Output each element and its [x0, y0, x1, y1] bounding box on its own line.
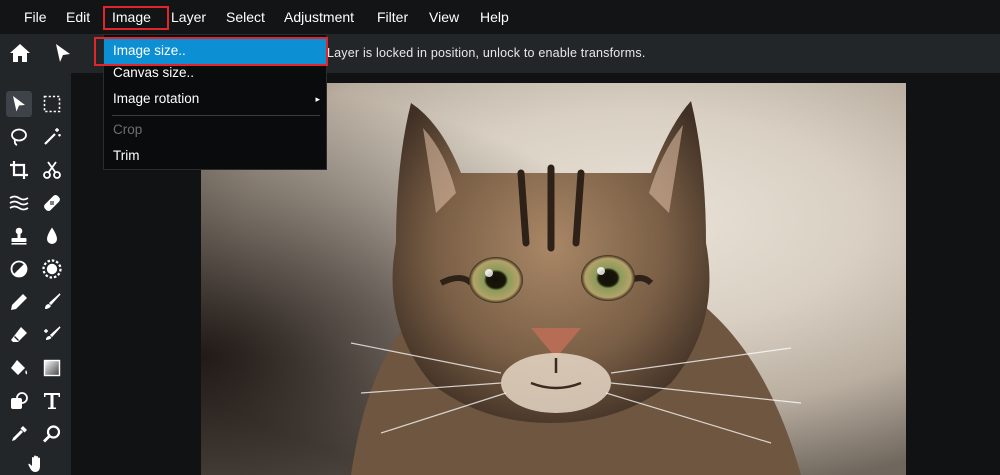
crop-tool-icon[interactable] [6, 157, 32, 183]
menu-item-crop: Crop [113, 122, 143, 137]
marquee-tool-icon[interactable] [39, 91, 65, 117]
type-tool-icon[interactable] [39, 388, 65, 414]
submenu-arrow-icon: ▸ [315, 94, 320, 104]
move-tool-icon[interactable] [6, 91, 32, 117]
lasso-tool-icon[interactable] [6, 124, 32, 150]
menu-adjustment[interactable]: Adjustment [284, 0, 354, 34]
gradient-tool-icon[interactable] [39, 355, 65, 381]
image-size-highlight-box [94, 37, 328, 66]
move-arrow-icon[interactable] [52, 42, 74, 64]
brush-tool-icon[interactable] [39, 289, 65, 315]
status-message: Layer is locked in position, unlock to e… [327, 46, 646, 60]
image-menu-highlight-box [103, 6, 169, 30]
paint-bucket-tool-icon[interactable] [6, 355, 32, 381]
menu-separator [112, 115, 320, 116]
shape-tool-icon[interactable] [6, 388, 32, 414]
hand-tool-icon[interactable] [23, 451, 49, 475]
menu-layer[interactable]: Layer [171, 0, 206, 34]
menu-file[interactable]: File [24, 0, 47, 34]
menu-filter[interactable]: Filter [377, 0, 408, 34]
clone-stamp-tool-icon[interactable] [6, 223, 32, 249]
menu-edit[interactable]: Edit [66, 0, 90, 34]
color-replace-tool-icon[interactable] [39, 322, 65, 348]
healing-tool-icon[interactable] [39, 190, 65, 216]
magic-wand-tool-icon[interactable] [39, 124, 65, 150]
menu-select[interactable]: Select [226, 0, 265, 34]
blur-tool-icon[interactable] [39, 223, 65, 249]
menu-item-trim[interactable]: Trim [104, 143, 328, 169]
zoom-tool-icon[interactable] [39, 421, 65, 447]
toolbox [0, 73, 71, 475]
cut-tool-icon[interactable] [39, 157, 65, 183]
eraser-tool-icon[interactable] [6, 322, 32, 348]
menu-help[interactable]: Help [480, 0, 509, 34]
menu-item-image-rotation[interactable]: Image rotation ▸ [104, 86, 328, 112]
home-icon[interactable] [8, 42, 32, 64]
dodge-tool-icon[interactable] [6, 256, 32, 282]
eyedropper-tool-icon[interactable] [6, 421, 32, 447]
sponge-tool-icon[interactable] [39, 256, 65, 282]
liquify-tool-icon[interactable] [6, 190, 32, 216]
menu-view[interactable]: View [429, 0, 459, 34]
pencil-tool-icon[interactable] [6, 289, 32, 315]
menu-item-image-rotation-label: Image rotation [113, 91, 200, 106]
